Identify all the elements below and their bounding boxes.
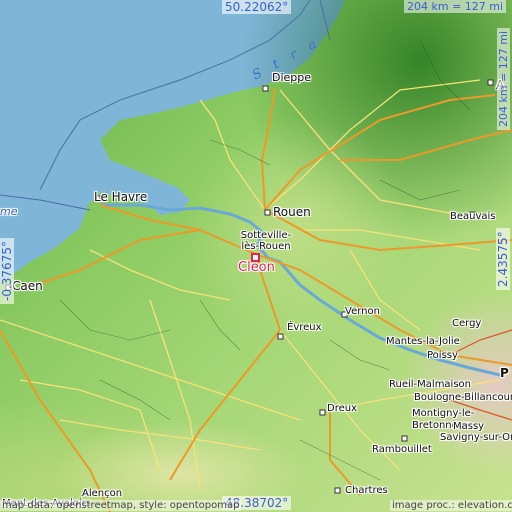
label-boulogne: Boulogne-Billancourt: [414, 392, 512, 403]
label-poissy: Poissy: [427, 350, 458, 361]
city-dot-dreux: [319, 409, 326, 416]
city-dot-rouen: [264, 209, 271, 216]
label-mantes: Mantes-la-Jolie: [386, 336, 460, 347]
label-vernon: Vernon: [345, 306, 380, 317]
city-dot-chartres: [334, 487, 341, 494]
label-rambouillet: Rambouillet: [372, 444, 432, 455]
credit-image-proc: image proc.: elevation.city: [390, 500, 512, 511]
credit-map-data: map data: openstreetmap, style: opentopo…: [0, 500, 242, 511]
label-dreux: Dreux: [327, 403, 357, 414]
label-rouen: Rouen: [273, 205, 311, 219]
label-chartres: Chartres: [345, 485, 388, 496]
coord-east: 2.43575°: [496, 228, 510, 290]
label-massy: Massy: [453, 421, 485, 432]
city-dot-rambouillet: [401, 435, 408, 442]
label-sotteville-text: Sotteville-lès-Rouen: [240, 230, 292, 252]
label-cergy: Cergy: [452, 318, 482, 329]
label-le-havre: Le Havre: [94, 190, 148, 204]
city-dot-amiens: [487, 79, 494, 86]
label-savigny: Savigny-sur-Orge: [440, 432, 512, 443]
coord-west: -0.37675°: [0, 238, 14, 304]
focus-city-label: Cleon: [238, 260, 275, 275]
label-dieppe: Dieppe: [272, 71, 312, 84]
label-beauvais: Beauvais: [450, 211, 496, 222]
label-caen: Caen: [12, 279, 43, 293]
label-west-partial: me: [0, 205, 18, 218]
scale-horizontal: 204 km = 127 mi: [404, 0, 507, 13]
label-rueil: Rueil-Malmaison: [389, 379, 472, 390]
coord-north: 50.22062°: [222, 0, 292, 14]
city-dot-dieppe: [262, 85, 269, 92]
label-evreux: Évreux: [287, 322, 322, 333]
scale-vertical: 204 km = 127 mi: [497, 27, 510, 130]
label-paris-partial: P: [500, 366, 509, 380]
label-sotteville: Sotteville-lès-Rouen: [236, 230, 296, 252]
city-dot-evreux: [277, 333, 284, 340]
